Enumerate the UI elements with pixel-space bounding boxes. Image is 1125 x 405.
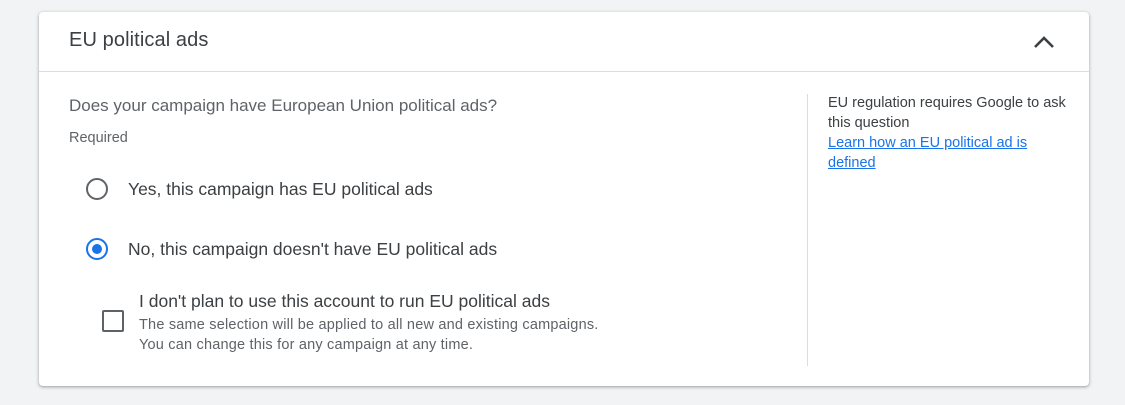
eu-political-ads-card: EU political ads Does your campaign have… [39,12,1089,386]
question-text: Does your campaign have European Union p… [69,96,498,115]
vertical-divider [807,94,808,366]
radio-button-yes[interactable] [86,178,108,200]
chevron-up-icon [1034,36,1054,48]
radio-option-yes[interactable]: Yes, this campaign has EU political ads [86,175,433,203]
radio-label-yes[interactable]: Yes, this campaign has EU political ads [128,179,433,200]
account-opt-out-checkbox[interactable] [102,310,124,332]
learn-more-link[interactable]: Learn how an EU political ad is defined [828,133,1068,173]
radio-label-no[interactable]: No, this campaign doesn't have EU politi… [128,239,497,260]
collapse-button[interactable] [1027,26,1061,58]
side-panel: EU regulation requires Google to ask thi… [828,93,1068,173]
radio-option-no[interactable]: No, this campaign doesn't have EU politi… [86,235,497,263]
section-title: EU political ads [69,29,209,51]
radio-button-no[interactable] [86,238,108,260]
regulation-note: EU regulation requires Google to ask thi… [828,95,1066,131]
account-opt-out-help: The same selection will be applied to al… [139,317,599,353]
required-label: Required [69,130,128,146]
card-header[interactable]: EU political ads [39,12,1089,72]
account-opt-out-label[interactable]: I don't plan to use this account to run … [139,291,550,312]
